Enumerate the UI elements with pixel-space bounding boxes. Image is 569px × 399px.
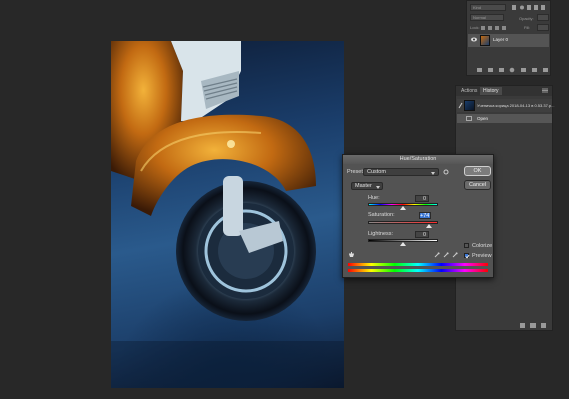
layer-row[interactable]: Layer 0	[468, 34, 549, 47]
lightness-value-field[interactable]: 0	[415, 231, 429, 238]
saturation-slider-thumb[interactable]	[425, 224, 432, 228]
saturation-value: +74	[420, 213, 430, 219]
ok-label: OK	[473, 168, 482, 174]
history-state-row[interactable]: Open	[457, 114, 552, 123]
layer-filter-field[interactable]: Kind	[470, 4, 506, 11]
colorize-checkbox[interactable]	[464, 243, 469, 248]
document-canvas[interactable]	[111, 41, 344, 388]
lightness-label: Lightness:	[368, 231, 394, 237]
hue-slider-thumb[interactable]	[400, 206, 406, 210]
layers-panel: Kind Normal Opacity: Lock: Fill: Layer 0	[466, 0, 551, 76]
colorize-label: Colorize	[472, 243, 493, 249]
lightness-value: 0	[422, 232, 426, 238]
dialog-title: Hue/Saturation	[399, 156, 437, 162]
lock-label: Lock:	[470, 25, 480, 30]
preview-checkbox[interactable]	[464, 253, 470, 259]
eyedropper-icon[interactable]	[434, 252, 440, 260]
output-color-ramp	[348, 269, 488, 272]
history-snapshot-row[interactable]: Ученичка корица 2018-04-13 в 0.53.37.p..…	[457, 99, 555, 112]
tab-history[interactable]: History	[480, 87, 502, 95]
blend-mode-label: Normal	[473, 15, 486, 20]
saturation-value-field[interactable]: +74	[419, 212, 431, 219]
preset-options-gear-icon[interactable]	[443, 169, 449, 177]
opacity-field[interactable]	[537, 14, 549, 21]
fill-field[interactable]	[537, 24, 549, 31]
fill-label: Fill:	[524, 25, 531, 30]
layer-name: Layer 0	[493, 37, 509, 42]
snapshot-label: Ученичка корица 2018-04-13 в 0.53.37.p..…	[477, 103, 555, 108]
history-tab-bar: Actions History	[456, 86, 552, 96]
hue-label: Hue:	[368, 195, 380, 201]
hue-value: 0	[422, 196, 426, 202]
dialog-titlebar[interactable]: Hue/Saturation	[343, 155, 493, 164]
saturation-label: Saturation:	[368, 212, 395, 218]
chevron-down-icon	[376, 185, 380, 192]
preview-label: Preview	[472, 253, 492, 259]
cancel-label: Cancel	[468, 182, 487, 188]
panel-menu-icon[interactable]	[542, 88, 548, 95]
history-footer-icons[interactable]	[518, 322, 550, 329]
blend-mode-select[interactable]: Normal	[470, 14, 504, 21]
preset-value: Custom	[367, 169, 386, 175]
hue-saturation-dialog: Hue/Saturation Preset: Custom OK Cancel …	[342, 154, 494, 278]
cancel-button[interactable]: Cancel	[464, 180, 491, 190]
hue-value-field[interactable]: 0	[415, 195, 429, 202]
snapshot-thumbnail	[464, 100, 475, 111]
layers-footer-icons[interactable]	[475, 67, 550, 73]
filter-kind-label: Kind	[473, 5, 482, 10]
preset-select[interactable]: Custom	[363, 168, 439, 176]
tab-actions[interactable]: Actions	[458, 87, 480, 95]
history-state-label: Open	[477, 116, 489, 121]
eye-icon[interactable]	[471, 37, 477, 44]
targeted-adjustment-hand-icon[interactable]	[348, 251, 355, 260]
layer-thumbnail	[480, 35, 490, 46]
chevron-down-icon	[431, 171, 435, 178]
eyedropper-plus-icon[interactable]	[443, 252, 449, 260]
history-brush-icon	[458, 102, 463, 111]
lock-icons[interactable]	[481, 25, 511, 31]
channel-value: Master	[355, 183, 372, 189]
scooter-photo	[111, 41, 344, 388]
lightness-slider-thumb[interactable]	[400, 242, 406, 246]
preset-label: Preset:	[347, 169, 365, 175]
input-color-ramp	[348, 263, 488, 266]
ok-button[interactable]: OK	[464, 166, 491, 176]
eyedropper-minus-icon[interactable]	[452, 252, 458, 260]
open-document-icon	[466, 116, 472, 123]
opacity-label: Opacity:	[519, 16, 534, 21]
channel-select[interactable]: Master	[351, 182, 383, 190]
layer-filter-icons	[511, 4, 549, 11]
